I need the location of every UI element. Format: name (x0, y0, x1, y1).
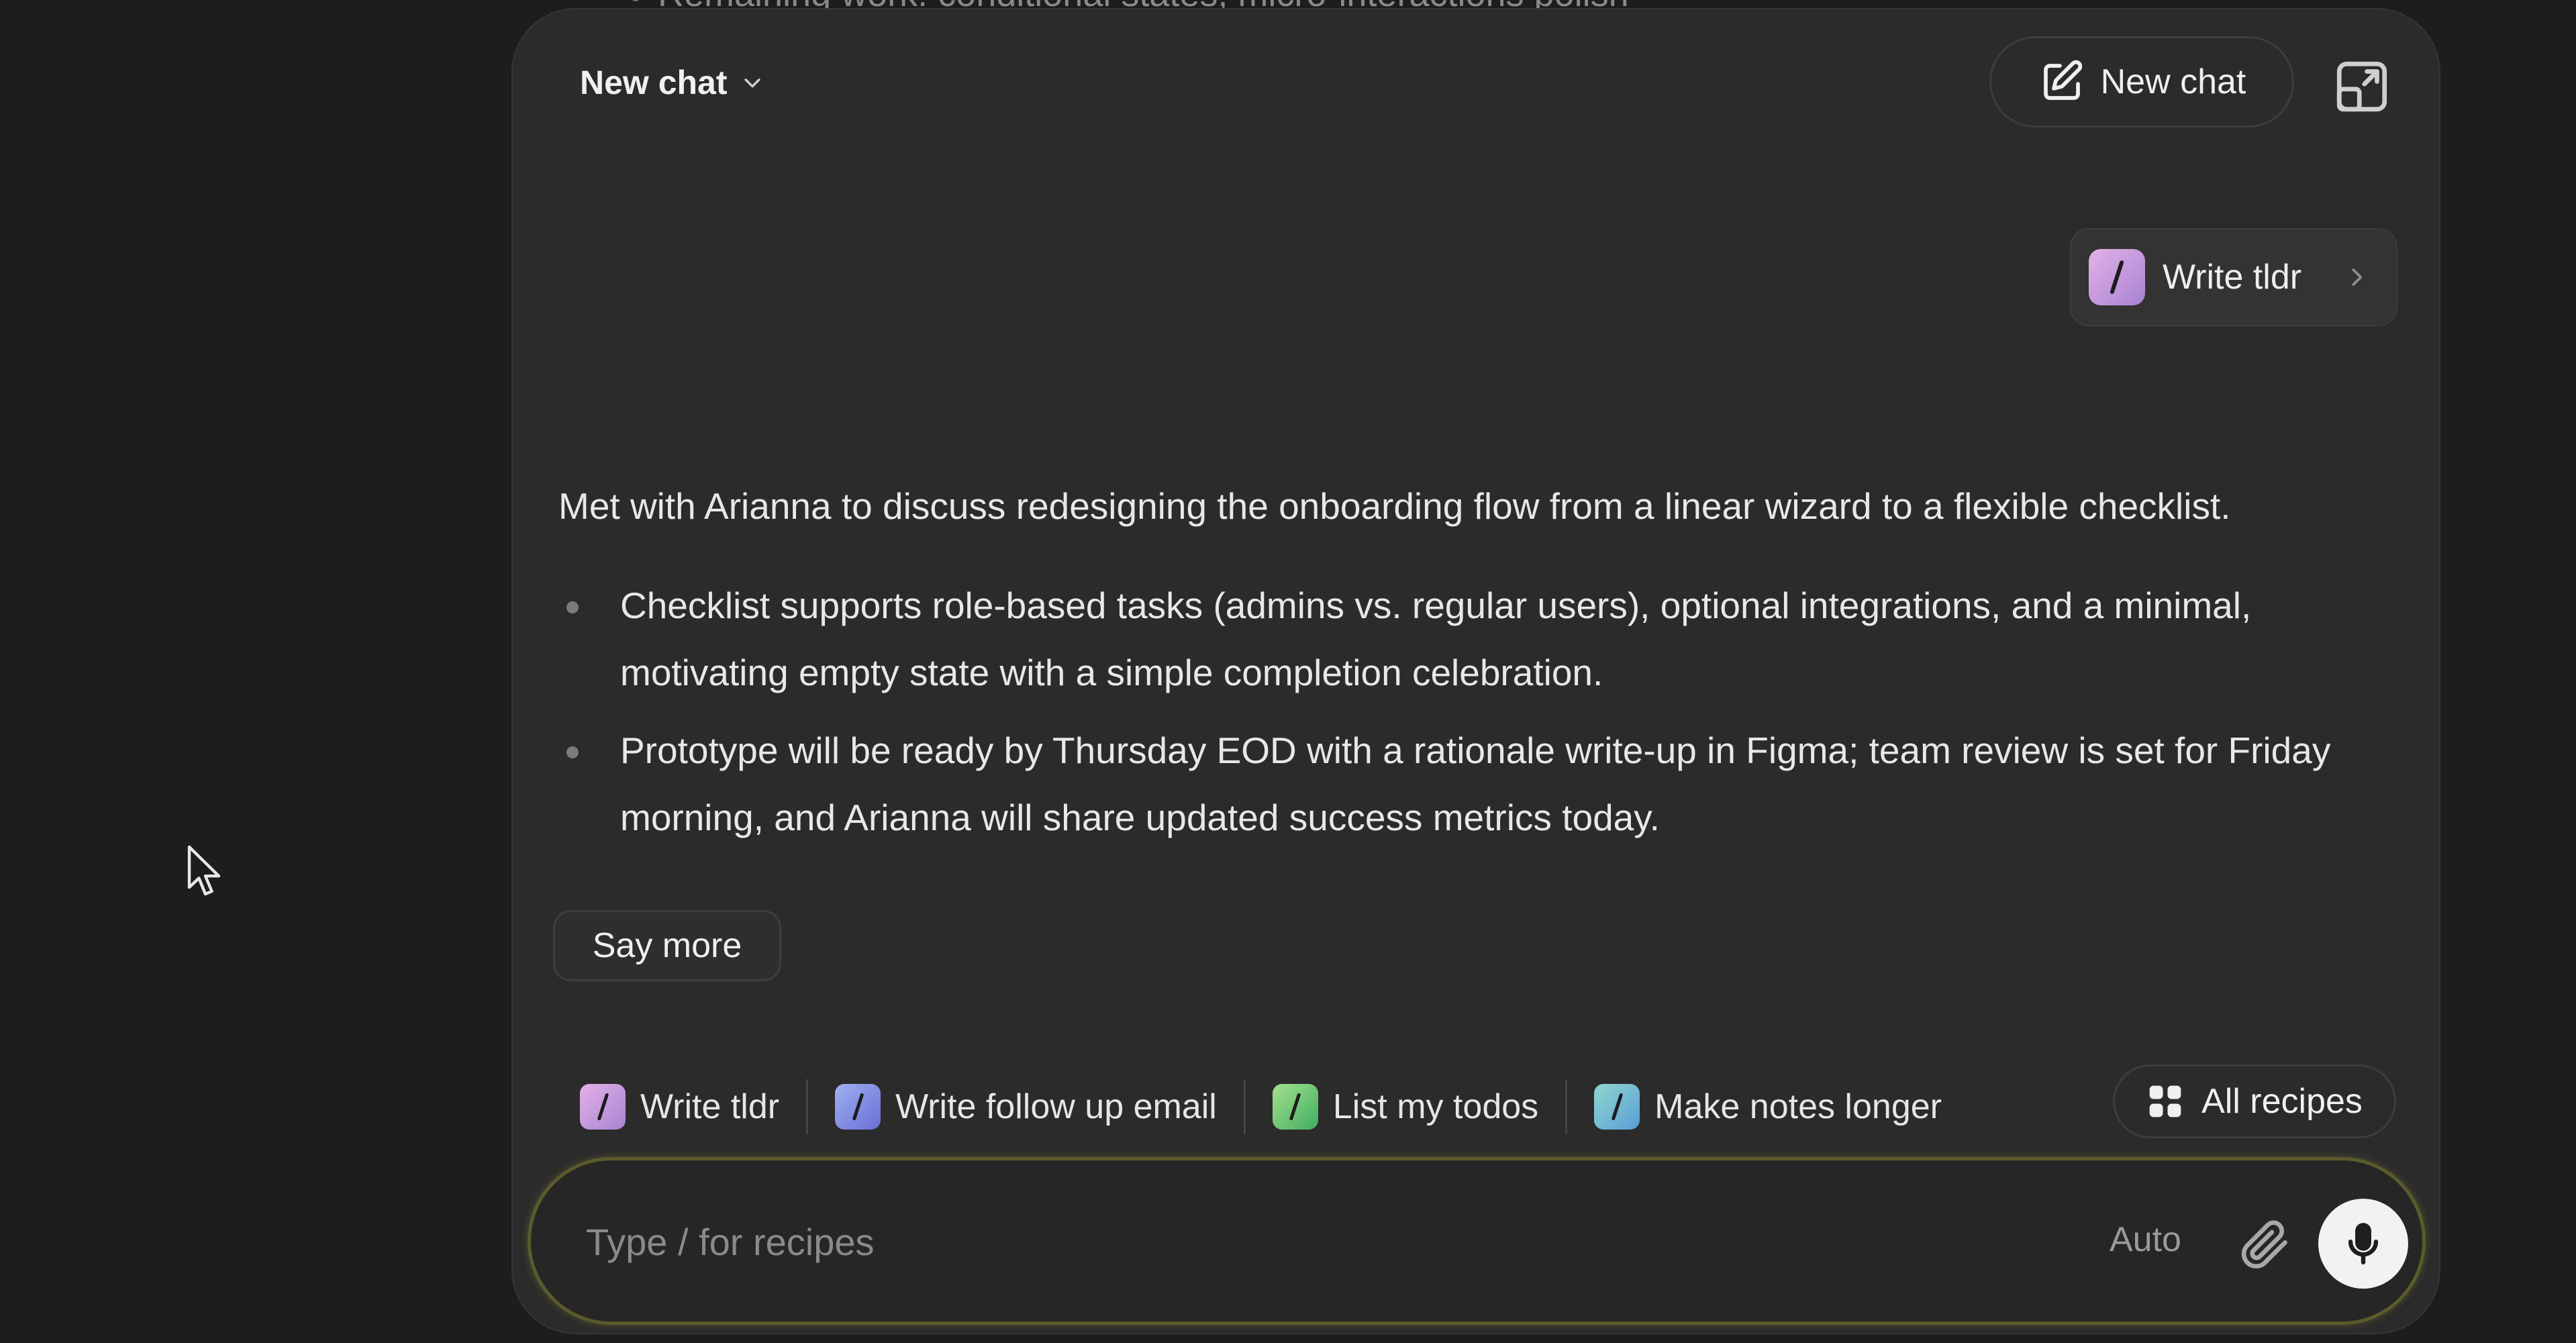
recipe-label: Make notes longer (1654, 1087, 1942, 1126)
list-item: Checklist supports role-based tasks (adm… (558, 572, 2411, 706)
message-input[interactable] (585, 1201, 1930, 1283)
slash-recipe-icon (1272, 1084, 1318, 1130)
user-recipe-chip[interactable]: Write tldr (2070, 228, 2397, 326)
bullet-dot (566, 601, 579, 613)
bullet-text: Prototype will be ready by Thursday EOD … (620, 730, 2331, 838)
bullet-dot (566, 746, 579, 758)
mouse-pointer-icon (187, 845, 221, 896)
message-composer: Auto (528, 1157, 2426, 1325)
assistant-response: Met with Arianna to discuss redesigning … (558, 472, 2411, 862)
chevron-down-icon (744, 79, 760, 88)
list-item: Prototype will be ready by Thursday EOD … (558, 717, 2411, 851)
model-mode-selector[interactable]: Auto (2110, 1220, 2181, 1260)
slash-recipe-icon (2089, 249, 2145, 305)
chat-title: New chat (580, 64, 728, 101)
response-summary: Met with Arianna to discuss redesigning … (558, 485, 2231, 527)
bullet-dot (631, 0, 640, 1)
recipe-label: Write follow up email (895, 1087, 1217, 1126)
slash-recipe-icon (580, 1084, 626, 1130)
recipe-label: List my todos (1332, 1087, 1539, 1126)
all-recipes-button[interactable]: All recipes (2113, 1064, 2396, 1138)
grid-icon (2149, 1085, 2181, 1117)
chat-title-dropdown[interactable]: New chat (580, 63, 764, 102)
new-chat-label: New chat (2100, 62, 2246, 101)
bullet-text: Checklist supports role-based tasks (adm… (620, 585, 2252, 693)
response-bullet-list: Checklist supports role-based tasks (adm… (558, 572, 2411, 851)
slash-recipe-icon (1594, 1084, 1640, 1130)
new-chat-button[interactable]: New chat (1989, 36, 2294, 128)
say-more-button[interactable]: Say more (553, 910, 781, 981)
slash-recipe-icon (835, 1084, 881, 1130)
recipe-label: Write tldr (640, 1087, 780, 1126)
recipe-write-follow-up-email[interactable]: Write follow up email (808, 1073, 1244, 1140)
app-canvas: Remaining work: conditional states, micr… (0, 0, 2576, 1343)
recipe-list-my-todos[interactable]: List my todos (1246, 1073, 1565, 1140)
user-recipe-label: Write tldr (2163, 258, 2302, 297)
expand-window-icon[interactable] (2332, 56, 2392, 117)
recipe-suggestions: Write tldr Write follow up email List my… (580, 1073, 1969, 1140)
recipe-write-tldr[interactable]: Write tldr (580, 1073, 806, 1140)
recipe-make-notes-longer[interactable]: Make notes longer (1567, 1073, 1969, 1140)
say-more-label: Say more (592, 926, 742, 965)
chat-panel: New chat New chat Write tldr Met with Ar… (511, 8, 2440, 1334)
all-recipes-label: All recipes (2201, 1082, 2363, 1121)
paperclip-icon[interactable] (2236, 1215, 2292, 1272)
chevron-right-icon (2352, 268, 2363, 286)
compose-icon (2043, 60, 2082, 100)
microphone-button[interactable] (2318, 1199, 2408, 1289)
microphone-icon (2348, 1223, 2379, 1264)
